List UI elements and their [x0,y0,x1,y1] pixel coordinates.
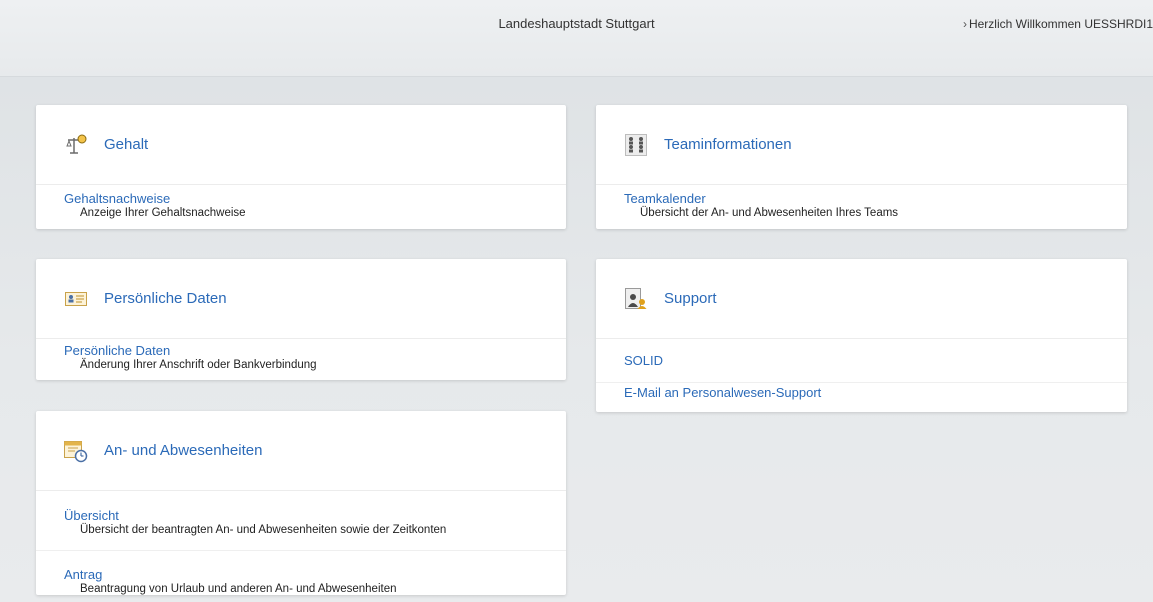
card-support: Support SOLID E-Mail an Personalwesen-Su… [596,259,1127,412]
list-item-gehaltsnachweise[interactable]: Gehaltsnachweise Anzeige Ihrer Gehaltsna… [36,185,566,229]
card-title-absence: An- und Abwesenheiten [104,442,263,459]
card-team: Teaminformationen Teamkalender Übersicht… [596,105,1127,229]
card-header-absence: An- und Abwesenheiten [36,411,566,491]
card-gehalt: Gehalt Gehaltsnachweise Anzeige Ihrer Ge… [36,105,566,229]
desc-uebersicht: Übersicht der beantragten An- und Abwese… [80,524,447,536]
support-person-icon [624,287,648,311]
card-personal: Persönliche Daten Persönliche Daten Ände… [36,259,566,380]
link-persoenliche-daten[interactable]: Persönliche Daten [64,343,538,358]
balance-scale-icon [64,133,88,157]
shell-header: Landeshauptstadt Stuttgart › Herzlich Wil… [0,0,1153,77]
link-gehaltsnachweise[interactable]: Gehaltsnachweise [64,191,538,206]
desc-teamkalender: Übersicht der An- und Abwesenheiten Ihre… [640,207,899,219]
card-header-support: Support [596,259,1127,339]
card-title-gehalt: Gehalt [104,136,149,153]
welcome-text: Herzlich Willkommen UESSHRDI1 [968,17,1153,31]
desc-gehaltsnachweise: Anzeige Ihrer Gehaltsnachweise [80,207,246,219]
link-antrag[interactable]: Antrag [64,567,538,582]
desc-antrag: Beantragung von Urlaub und anderen An- u… [80,583,397,595]
team-grid-icon [624,133,648,157]
link-email-support[interactable]: E-Mail an Personalwesen-Support [624,385,1099,400]
list-item-solid[interactable]: SOLID [596,339,1127,383]
list-item-teamkalender[interactable]: Teamkalender Übersicht der An- und Abwes… [596,185,1127,229]
welcome-link[interactable]: › Herzlich Willkommen UESSHRDI1 [963,17,1153,31]
card-title-personal: Persönliche Daten [104,290,227,307]
card-header-personal: Persönliche Daten [36,259,566,339]
card-header-gehalt: Gehalt [36,105,566,185]
card-header-team: Teaminformationen [596,105,1127,185]
card-title-team: Teaminformationen [664,136,792,153]
list-item-persoenliche-daten[interactable]: Persönliche Daten Änderung Ihrer Anschri… [36,339,566,380]
link-teamkalender[interactable]: Teamkalender [624,191,1099,206]
card-absence: An- und Abwesenheiten Übersicht Übersich… [36,411,566,595]
list-item-antrag[interactable]: Antrag Beantragung von Urlaub und andere… [36,551,566,595]
link-uebersicht[interactable]: Übersicht [64,508,538,523]
id-card-icon [64,287,88,311]
list-item-email-support[interactable]: E-Mail an Personalwesen-Support [596,383,1127,412]
link-solid[interactable]: SOLID [624,353,1099,368]
card-title-support: Support [664,290,717,307]
chevron-right-icon: › [962,17,967,31]
calendar-clock-icon [64,439,88,463]
desc-persoenliche-daten: Änderung Ihrer Anschrift oder Bankverbin… [80,359,317,371]
list-item-uebersicht[interactable]: Übersicht Übersicht der beantragten An- … [36,491,566,551]
